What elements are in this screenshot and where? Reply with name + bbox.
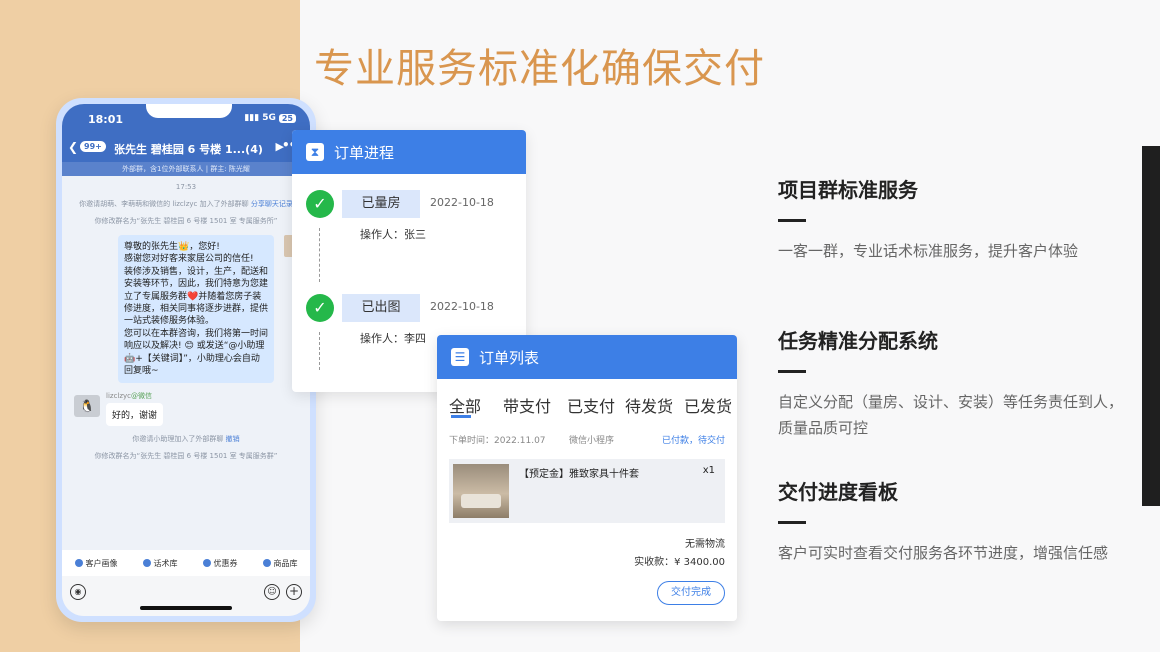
welcome-message-bubble: 尊敬的张先生👑，您好! 感谢您对好客来家居公司的信任! 装修涉及销售，设计，生产… (118, 235, 274, 384)
quick-action-coupon[interactable]: 优惠券 (202, 558, 238, 569)
product-item[interactable]: 【预定金】雅致家具十件套 x1 (449, 459, 725, 523)
phone-screen: 18:01 ▮▮▮ 5G 25 ❮ 99+ 张先生 碧桂园 6 号楼 1...(… (62, 104, 310, 616)
system-invite-text: 你邀请胡萌、李萌萌和微信的 lizclzyc 加入了外部群聊 (79, 200, 249, 208)
status-bar: 18:01 ▮▮▮ 5G 25 (62, 104, 310, 134)
check-icon: ✓ (306, 190, 334, 218)
feature-title: 交付进度看板 (778, 480, 898, 504)
step-status: 已量房 (342, 190, 420, 218)
status-icons: ▮▮▮ 5G 25 (244, 113, 296, 123)
order-list-card: ☰ 订单列表 全部 带支付 已支付 待发货 已发货 下单时间：2022.11.0… (437, 335, 737, 621)
order-progress-title: 订单进程 (334, 143, 395, 162)
system-message-2: 你邀请小助理加入了外部群聊 撤销 (70, 434, 302, 445)
phone-mockup: 18:01 ▮▮▮ 5G 25 ❮ 99+ 张先生 碧桂园 6 号楼 1...(… (56, 98, 316, 622)
coupon-icon (202, 559, 211, 567)
share-history-link[interactable]: 分享聊天记录 (251, 200, 293, 208)
timeline-connector (319, 332, 320, 370)
unread-badge: 99+ (80, 141, 106, 152)
feature-block: 交付进度看板 客户可实时查看交付服务各环节进度，增强信任感 (778, 476, 1128, 566)
quick-action-bar: 客户画像 话术库 优惠券 商品库 (62, 550, 310, 576)
step-status: 已出图 (342, 294, 420, 322)
feature-description: 一客一群，专业话术标准服务，提升客户体验 (778, 242, 1079, 260)
chat-header: ❮ 99+ 张先生 碧桂园 6 号楼 1...(4) ▶ ••• (62, 134, 310, 162)
feature-divider (778, 219, 806, 222)
chat-timestamp: 17:53 (175, 183, 197, 191)
status-time: 18:01 (88, 113, 124, 126)
system-rename-message: 你修改群名为“张先生 碧桂园 6 号楼 1501 室 专属服务所” (94, 217, 278, 225)
plus-icon[interactable]: + (286, 584, 302, 600)
tab-shipped[interactable]: 已发货 (684, 393, 732, 417)
quick-action-label: 客户画像 (85, 558, 118, 568)
quick-action-label: 话术库 (153, 558, 178, 568)
network-label: 5G (262, 113, 276, 123)
quick-action-customer-profile[interactable]: 客户画像 (74, 558, 118, 569)
undo-link[interactable]: 撤销 (226, 435, 240, 443)
script-icon (142, 559, 151, 567)
battery-icon: 25 (278, 113, 296, 123)
reply-bubble: 好的，谢谢 (106, 403, 164, 427)
step-date: 2022-10-18 (430, 300, 494, 313)
back-arrow-icon[interactable]: ❮ (68, 140, 78, 154)
page-title: 专业服务标准化确保交付 (314, 46, 765, 92)
feature-block: 项目群标准服务 一客一群，专业话术标准服务，提升客户体验 (778, 174, 1128, 264)
feature-title: 项目群标准服务 (778, 178, 918, 202)
product-name: 【预定金】雅致家具十件套 (519, 469, 639, 480)
tab-paid[interactable]: 已支付 (567, 393, 615, 417)
sender-tag: @微信 (131, 392, 153, 401)
voice-input-icon[interactable]: ◉ (70, 584, 86, 600)
chat-title: 张先生 碧桂园 6 号楼 1...(4) (114, 143, 263, 156)
quick-action-product-library[interactable]: 商品库 (262, 558, 298, 569)
clipboard-icon: ☰ (451, 348, 469, 366)
tab-all[interactable]: 全部 (449, 393, 481, 417)
system-invite2-text: 你邀请小助理加入了外部群聊 (132, 435, 224, 444)
feature-description: 客户可实时查看交付服务各环节进度，增强信任感 (778, 544, 1109, 562)
check-icon: ✓ (306, 294, 334, 322)
tab-to-ship[interactable]: 待发货 (625, 393, 673, 417)
profile-icon (74, 559, 83, 567)
feature-divider (778, 521, 806, 524)
step-operator: 操作人：张三 (360, 228, 426, 241)
feature-divider (778, 370, 806, 373)
order-list-header: ☰ 订单列表 (437, 335, 737, 379)
tab-pending-payment[interactable]: 带支付 (503, 393, 551, 417)
sender-name: lizclzyc@微信 (106, 391, 302, 401)
sender-id: lizclzyc (106, 392, 132, 401)
signal-icon: ▮▮▮ (244, 113, 260, 123)
quick-action-label: 商品库 (273, 558, 298, 568)
product-icon (262, 559, 271, 567)
customer-message-row: 🐧 lizclzyc@微信 好的，谢谢 (70, 391, 302, 427)
step-date: 2022-10-18 (430, 196, 494, 209)
active-tab-indicator (451, 415, 471, 418)
order-state: 已付款，待交付 (661, 436, 725, 446)
emoji-icon[interactable]: ☺ (264, 584, 280, 600)
order-time: 下单时间：2022.11.07 (449, 436, 546, 446)
paid-amount: 实收款：¥ 3400.00 (634, 557, 725, 568)
order-channel: 微信小程序 (569, 436, 615, 446)
home-indicator (140, 606, 232, 610)
feature-description: 自定义分配（量房、设计、安装）等任务责任到人，质量品质可控 (778, 393, 1124, 437)
order-progress-header: ⧗ 订单进程 (292, 130, 526, 174)
hourglass-icon: ⧗ (306, 143, 324, 161)
chat-subtitle: 外部群，含1位外部联系人 | 群主: 陈光耀 (62, 162, 310, 176)
input-bar: ◉ ☺ + (62, 576, 310, 616)
system-message: 你邀请胡萌、李萌萌和微信的 lizclzyc 加入了外部群聊 分享聊天记录 (70, 199, 302, 210)
timeline-connector (319, 228, 320, 282)
right-edge-bar (1142, 146, 1160, 506)
quick-action-label: 优惠券 (213, 558, 238, 568)
feature-block: 任务精准分配系统 自定义分配（量房、设计、安装）等任务责任到人，质量品质可控 (778, 325, 1128, 441)
product-quantity: x1 (702, 465, 715, 476)
system-rename-message-2: 你修改群名为“张先生 碧桂园 6 号楼 1501 室 专属服务群” (94, 452, 278, 461)
welcome-message-row: 尊敬的张先生👑，您好! 感谢您对好客来家居公司的信任! 装修涉及销售，设计，生产… (70, 235, 302, 384)
feature-title: 任务精准分配系统 (778, 329, 938, 353)
chat-body: 17:53 你邀请胡萌、李萌萌和微信的 lizclzyc 加入了外部群聊 分享聊… (62, 176, 310, 576)
step-operator: 操作人：李四 (360, 332, 426, 345)
shipping-info: 无需物流 (685, 539, 725, 550)
delivery-complete-button[interactable]: 交付完成 (657, 581, 725, 605)
quick-action-script-library[interactable]: 话术库 (142, 558, 178, 569)
order-list-title: 订单列表 (479, 348, 540, 367)
product-image (453, 464, 509, 518)
phone-notch (146, 104, 232, 118)
customer-avatar: 🐧 (74, 395, 100, 418)
